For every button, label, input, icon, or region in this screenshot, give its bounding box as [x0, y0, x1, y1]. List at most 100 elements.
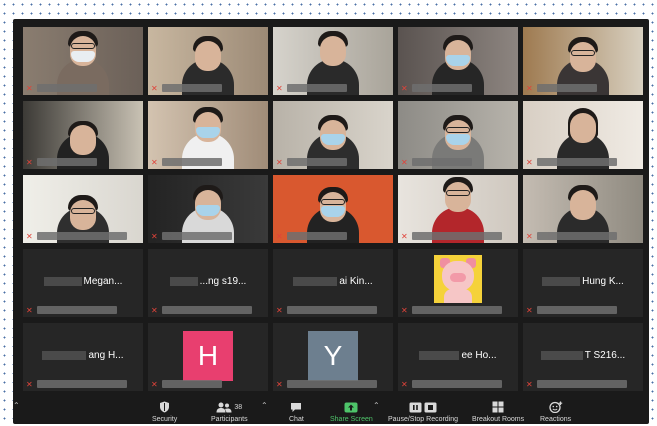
video-tile[interactable]: ✕ [398, 27, 518, 95]
participants-icon: 38 [216, 400, 242, 414]
chat-button[interactable]: Chat [289, 400, 304, 423]
participant-tile[interactable]: Y ✕ [273, 323, 393, 391]
pause-stop-recording-button[interactable]: Pause/Stop Recording [388, 400, 458, 423]
participant-name-bar: ✕ [26, 83, 97, 93]
participant-name-bar: ✕ [26, 157, 97, 167]
mic-muted-icon: ✕ [401, 305, 408, 315]
mic-muted-icon: ✕ [401, 379, 408, 389]
participant-name-bar: ✕ [276, 83, 347, 93]
mic-muted-icon: ✕ [26, 305, 33, 315]
participant-tile[interactable]: ang H... ✕ [23, 323, 143, 391]
security-button[interactable]: Security [152, 400, 177, 423]
participant-name-bar: ✕ [526, 157, 617, 167]
avatar: H [183, 331, 233, 381]
video-tile[interactable]: ✕ [523, 101, 643, 169]
participant-name-bar: ✕ [26, 231, 127, 241]
participant-name-bar: ✕ [276, 305, 377, 315]
participant-tile[interactable]: ai Kin... ✕ [273, 249, 393, 317]
participant-name-bar: ✕ [401, 305, 502, 315]
participant-name-bar: ✕ [151, 157, 222, 167]
mic-muted-icon: ✕ [26, 231, 33, 241]
pig-avatar-image [434, 255, 482, 303]
share-screen-button[interactable]: Share Screen [330, 400, 373, 423]
mic-muted-icon: ✕ [151, 305, 158, 315]
video-tile[interactable]: ✕ [273, 101, 393, 169]
mic-muted-icon: ✕ [401, 83, 408, 93]
video-tile[interactable]: ✕ [148, 27, 268, 95]
gallery-grid: ✕ ✕ ✕ ✕ ✕ ✕ ✕ ✕ ✕ ✕ ✕ ✕ ✕ ✕ ✕ Megan... ✕… [23, 27, 645, 391]
mic-muted-icon: ✕ [276, 231, 283, 241]
participant-name-bar: ✕ [401, 231, 502, 241]
participant-tile[interactable]: ...ng s19... ✕ [148, 249, 268, 317]
participant-name-bar: ✕ [151, 83, 222, 93]
mic-muted-icon: ✕ [26, 83, 33, 93]
smiley-plus-icon [548, 400, 563, 414]
participant-name-bar: ✕ [26, 379, 127, 389]
participant-tile[interactable]: ee Ho... ✕ [398, 323, 518, 391]
mic-muted-icon: ✕ [526, 83, 533, 93]
breakout-rooms-button[interactable]: Breakout Rooms [472, 400, 524, 423]
reactions-button[interactable]: Reactions [540, 400, 571, 423]
video-tile[interactable]: ✕ [273, 175, 393, 243]
participant-name-bar: ✕ [401, 157, 472, 167]
mic-muted-icon: ✕ [26, 157, 33, 167]
zoom-meeting-window: ✕ ✕ ✕ ✕ ✕ ✕ ✕ ✕ ✕ ✕ ✕ ✕ ✕ ✕ ✕ Megan... ✕… [13, 19, 649, 424]
participant-name: Megan... [23, 276, 143, 287]
participant-name: T S216... [523, 350, 643, 361]
mic-muted-icon: ✕ [401, 157, 408, 167]
participant-tile[interactable]: Megan... ✕ [23, 249, 143, 317]
shield-icon [159, 400, 170, 414]
mic-muted-icon: ✕ [26, 379, 33, 389]
participant-tile[interactable]: H ✕ [148, 323, 268, 391]
participant-name-bar: ✕ [526, 305, 617, 315]
mic-muted-icon: ✕ [276, 157, 283, 167]
video-tile[interactable]: ✕ [148, 175, 268, 243]
breakout-rooms-icon [492, 400, 504, 414]
participant-name-bar: ✕ [276, 231, 347, 241]
video-tile[interactable]: ✕ [23, 175, 143, 243]
video-tile[interactable]: ✕ [523, 27, 643, 95]
video-tile[interactable]: ✕ [23, 101, 143, 169]
participant-tile[interactable]: T S216... ✕ [523, 323, 643, 391]
video-tile[interactable]: ✕ [23, 27, 143, 95]
participant-name: ...ng s19... [148, 276, 268, 287]
mic-muted-icon: ✕ [526, 157, 533, 167]
mic-muted-icon: ✕ [276, 305, 283, 315]
video-tile[interactable]: ✕ [148, 101, 268, 169]
meeting-toolbar: ⌃ Security 38 Participants ⌃ Chat Share … [13, 394, 649, 424]
pause-stop-icon [409, 400, 437, 414]
participant-name: Hung K... [523, 276, 643, 287]
chevron-up-icon[interactable]: ⌃ [261, 401, 268, 410]
mic-muted-icon: ✕ [526, 231, 533, 241]
participants-count: 38 [234, 403, 243, 411]
chevron-up-icon[interactable]: ⌃ [373, 401, 380, 410]
mic-muted-icon: ✕ [151, 379, 158, 389]
chat-icon [290, 400, 302, 414]
mic-muted-icon: ✕ [151, 231, 158, 241]
participant-name-bar: ✕ [401, 83, 472, 93]
share-screen-icon [344, 400, 358, 414]
participant-name-bar: ✕ [526, 83, 597, 93]
participant-name-bar: ✕ [276, 157, 347, 167]
participant-name: ai Kin... [273, 276, 393, 287]
mic-muted-icon: ✕ [276, 379, 283, 389]
participant-name-bar: ✕ [526, 379, 627, 389]
participant-name-bar: ✕ [526, 231, 617, 241]
avatar: Y [308, 331, 358, 381]
participant-name-bar: ✕ [151, 231, 232, 241]
participant-name-bar: ✕ [151, 305, 252, 315]
participants-button[interactable]: 38 Participants [211, 400, 248, 423]
participant-name-bar: ✕ [151, 379, 222, 389]
participant-name-bar: ✕ [276, 379, 377, 389]
video-tile[interactable]: ✕ [398, 175, 518, 243]
participant-name-bar: ✕ [401, 379, 502, 389]
participant-name-bar: ✕ [26, 305, 117, 315]
participant-name: ee Ho... [398, 350, 518, 361]
video-tile[interactable]: ✕ [273, 27, 393, 95]
participant-tile[interactable]: Hung K... ✕ [523, 249, 643, 317]
video-tile[interactable]: ✕ [523, 175, 643, 243]
mic-muted-icon: ✕ [151, 83, 158, 93]
chevron-up-icon[interactable]: ⌃ [13, 401, 20, 410]
participant-tile[interactable]: ✕ [398, 249, 518, 317]
video-tile[interactable]: ✕ [398, 101, 518, 169]
